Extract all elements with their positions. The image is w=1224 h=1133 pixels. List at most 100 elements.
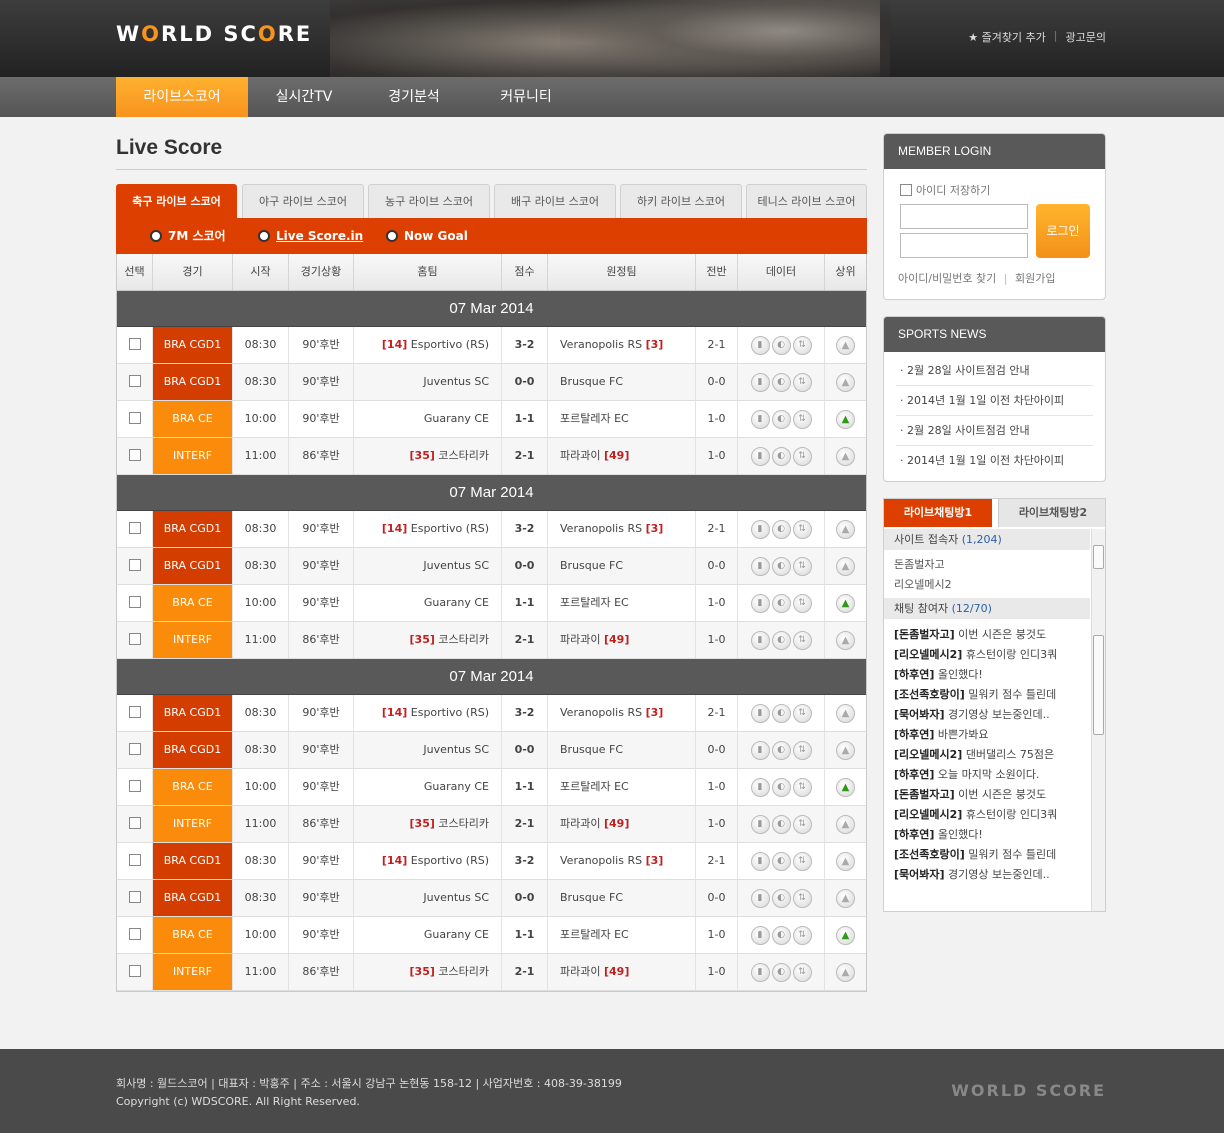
ad-inquiry-link[interactable]: 광고문의 — [1066, 29, 1106, 45]
odds-icon[interactable]: ⇅ — [792, 519, 812, 539]
odds-icon[interactable]: ⇅ — [792, 777, 812, 797]
pin-top-icon[interactable]: ▲ — [836, 703, 855, 723]
analysis-icon[interactable]: ◐ — [771, 925, 791, 945]
stats-chart-icon[interactable]: ▮ — [750, 962, 770, 982]
pin-top-icon[interactable]: ▲ — [836, 372, 855, 392]
chat-user[interactable]: [묵어봐자] — [894, 868, 945, 881]
away-team[interactable]: 포르탈레자 EC — [548, 585, 696, 621]
row-checkbox[interactable] — [128, 338, 141, 350]
analysis-icon[interactable]: ◐ — [771, 703, 791, 723]
away-team[interactable]: 포르탈레자 EC — [548, 769, 696, 805]
odds-icon[interactable]: ⇅ — [792, 962, 812, 982]
analysis-icon[interactable]: ◐ — [771, 814, 791, 834]
analysis-icon[interactable]: ◐ — [771, 593, 791, 613]
stats-chart-icon[interactable]: ▮ — [750, 335, 770, 355]
pin-top-icon[interactable]: ▲ — [836, 556, 855, 576]
analysis-icon[interactable]: ◐ — [771, 519, 791, 539]
home-team[interactable]: [35] 코스타리카 — [354, 622, 502, 658]
row-checkbox[interactable] — [128, 633, 141, 645]
odds-icon[interactable]: ⇅ — [792, 593, 812, 613]
away-team[interactable]: 포르탈레자 EC — [548, 917, 696, 953]
chat-user[interactable]: [하후연] — [894, 668, 934, 681]
visitor-scrollbar[interactable] — [1091, 529, 1105, 619]
select-cell[interactable] — [117, 438, 153, 474]
stats-chart-icon[interactable]: ▮ — [750, 777, 770, 797]
nav-item-analysis[interactable]: 경기분석 — [360, 77, 468, 117]
analysis-icon[interactable]: ◐ — [771, 372, 791, 392]
analysis-icon[interactable]: ◐ — [771, 777, 791, 797]
chat-user[interactable]: [리오넬메시2] — [894, 648, 962, 661]
pin-top-icon[interactable]: ▲ — [836, 851, 855, 871]
bookmark-link[interactable]: ★ 즐겨찾기 추가 — [968, 29, 1046, 45]
odds-icon[interactable]: ⇅ — [792, 888, 812, 908]
select-cell[interactable] — [117, 364, 153, 400]
link-7m-score[interactable]: 7M 스코어 — [150, 218, 226, 254]
username-input[interactable] — [900, 204, 1028, 229]
pin-top-icon[interactable]: ▲ — [836, 446, 855, 466]
chat-user[interactable]: [하후연] — [894, 768, 934, 781]
pin-top-icon[interactable]: ▲ — [836, 593, 855, 613]
select-cell[interactable] — [117, 880, 153, 916]
pin-top-icon[interactable]: ▲ — [836, 630, 855, 650]
find-account-link[interactable]: 아이디/비밀번호 찾기 — [898, 272, 996, 285]
odds-icon[interactable]: ⇅ — [792, 556, 812, 576]
tab-soccer[interactable]: 축구 라이브 스코어 — [116, 184, 237, 219]
away-team[interactable]: 포르탈레자 EC — [548, 401, 696, 437]
away-team[interactable]: 파라과이 [49] — [548, 622, 696, 658]
row-checkbox[interactable] — [128, 891, 141, 903]
away-team[interactable]: 파라과이 [49] — [548, 954, 696, 990]
away-team[interactable]: Veranopolis RS [3] — [548, 327, 696, 363]
home-team[interactable]: [14] Esportivo (RS) — [354, 695, 502, 731]
row-checkbox[interactable] — [128, 965, 141, 977]
analysis-icon[interactable]: ◐ — [771, 851, 791, 871]
stats-chart-icon[interactable]: ▮ — [750, 593, 770, 613]
save-id-checkbox[interactable]: 아이디 저장하기 — [900, 182, 990, 198]
stats-chart-icon[interactable]: ▮ — [750, 740, 770, 760]
tab-live-chat-2[interactable]: 라이브채팅방2 — [998, 499, 1105, 527]
chat-user[interactable]: [돈좀벌자고] — [894, 788, 955, 801]
link-livescore-in[interactable]: Live Score.in — [258, 218, 363, 254]
select-cell[interactable] — [117, 917, 153, 953]
news-item[interactable]: · 2월 28일 사이트점검 안내 — [896, 356, 1093, 386]
home-team[interactable]: [35] 코스타리카 — [354, 954, 502, 990]
stats-chart-icon[interactable]: ▮ — [750, 703, 770, 723]
tab-volleyball[interactable]: 배구 라이브 스코어 — [494, 184, 616, 218]
home-team[interactable]: [35] 코스타리카 — [354, 806, 502, 842]
stats-chart-icon[interactable]: ▮ — [750, 925, 770, 945]
scrollbar-thumb[interactable] — [1093, 545, 1104, 569]
row-checkbox[interactable] — [128, 375, 141, 387]
chat-user[interactable]: [하후연] — [894, 728, 934, 741]
pin-top-icon[interactable]: ▲ — [836, 519, 855, 539]
odds-icon[interactable]: ⇅ — [792, 409, 812, 429]
row-checkbox[interactable] — [128, 928, 141, 940]
odds-icon[interactable]: ⇅ — [792, 703, 812, 723]
stats-chart-icon[interactable]: ▮ — [750, 814, 770, 834]
select-cell[interactable] — [117, 511, 153, 547]
home-team[interactable]: Juventus SC — [354, 364, 502, 400]
stats-chart-icon[interactable]: ▮ — [750, 519, 770, 539]
pin-top-icon[interactable]: ▲ — [836, 925, 855, 945]
pin-top-icon[interactable]: ▲ — [836, 335, 855, 355]
row-checkbox[interactable] — [128, 780, 141, 792]
checkbox-icon[interactable] — [900, 184, 912, 196]
home-team[interactable]: Guarany CE — [354, 769, 502, 805]
stats-chart-icon[interactable]: ▮ — [750, 446, 770, 466]
analysis-icon[interactable]: ◐ — [771, 556, 791, 576]
news-item[interactable]: · 2월 28일 사이트점검 안내 — [896, 416, 1093, 446]
row-checkbox[interactable] — [128, 743, 141, 755]
analysis-icon[interactable]: ◐ — [771, 962, 791, 982]
row-checkbox[interactable] — [128, 559, 141, 571]
chat-user[interactable]: [리오넬메시2] — [894, 748, 962, 761]
away-team[interactable]: Brusque FC — [548, 548, 696, 584]
row-checkbox[interactable] — [128, 596, 141, 608]
away-team[interactable]: Brusque FC — [548, 880, 696, 916]
stats-chart-icon[interactable]: ▮ — [750, 372, 770, 392]
pin-top-icon[interactable]: ▲ — [836, 962, 855, 982]
pin-top-icon[interactable]: ▲ — [836, 740, 855, 760]
away-team[interactable]: 파라과이 [49] — [548, 806, 696, 842]
select-cell[interactable] — [117, 769, 153, 805]
home-team[interactable]: Guarany CE — [354, 585, 502, 621]
pin-top-icon[interactable]: ▲ — [836, 814, 855, 834]
pin-top-icon[interactable]: ▲ — [836, 409, 855, 429]
tab-baseball[interactable]: 야구 라이브 스코어 — [242, 184, 364, 218]
